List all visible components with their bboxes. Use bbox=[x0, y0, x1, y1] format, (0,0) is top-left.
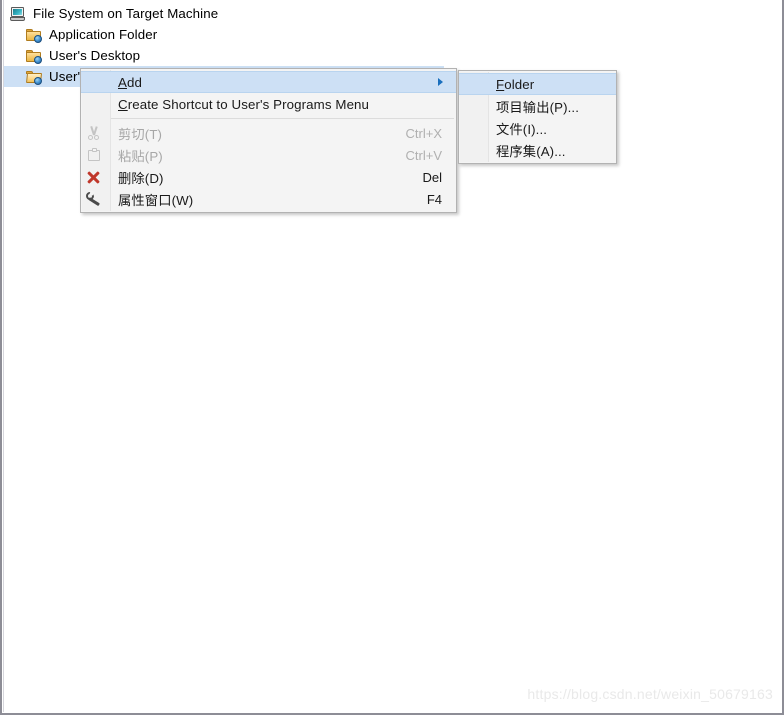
submenu-item-file[interactable]: 文件(I)... bbox=[459, 117, 616, 139]
cut-icon bbox=[87, 126, 101, 140]
menu-item-shortcut: Ctrl+X bbox=[405, 125, 442, 141]
menu-item-label: 粘贴(P) bbox=[118, 148, 163, 164]
menu-item-icon-slot bbox=[459, 140, 487, 160]
content-area: File System on Target Machine Applicatio… bbox=[3, 0, 781, 712]
chevron-right-icon bbox=[438, 78, 443, 86]
menu-separator bbox=[111, 118, 454, 119]
menu-item-add[interactable]: Add bbox=[81, 71, 456, 93]
menu-item-properties-window[interactable]: 属性窗口(W) F4 bbox=[81, 188, 456, 210]
menu-item-shortcut: Ctrl+V bbox=[405, 147, 442, 163]
add-submenu[interactable]: Folder 项目输出(P)... 文件(I)... 程序集(A)... bbox=[458, 70, 617, 164]
menu-item-icon-slot bbox=[81, 167, 109, 187]
tree-item-users-desktop[interactable]: User's Desktop bbox=[4, 45, 444, 66]
menu-item-label: Create Shortcut to User's Programs Menu bbox=[118, 96, 370, 112]
menu-item-label: 删除(D) bbox=[118, 170, 164, 186]
tree-item-label: User's Desktop bbox=[49, 48, 141, 63]
menu-item-label: 剪切(T) bbox=[118, 126, 163, 142]
paste-icon bbox=[88, 148, 101, 162]
menu-item-icon-slot bbox=[459, 96, 487, 116]
menu-item-icon-slot bbox=[459, 118, 487, 138]
tree-item-label: File System on Target Machine bbox=[33, 6, 219, 21]
menu-item-icon-slot bbox=[81, 145, 109, 165]
menu-item-label: 程序集(A)... bbox=[496, 143, 566, 159]
menu-item-icon-slot bbox=[81, 189, 109, 209]
menu-item-icon-slot bbox=[81, 94, 109, 114]
menu-item-create-shortcut[interactable]: Create Shortcut to User's Programs Menu bbox=[81, 93, 456, 115]
delete-icon bbox=[87, 171, 100, 184]
tree-item-label: Application Folder bbox=[49, 27, 158, 42]
tree-item-application-folder[interactable]: Application Folder bbox=[4, 24, 444, 45]
menu-item-label: 文件(I)... bbox=[496, 121, 548, 137]
menu-item-shortcut: F4 bbox=[426, 191, 442, 207]
wrench-icon bbox=[86, 190, 102, 207]
menu-item-icon-slot bbox=[459, 74, 487, 94]
menu-item-icon-slot bbox=[81, 123, 109, 143]
submenu-item-project-output[interactable]: 项目输出(P)... bbox=[459, 95, 616, 117]
computer-icon bbox=[10, 6, 27, 22]
menu-item-label: Add bbox=[118, 74, 142, 90]
submenu-item-folder[interactable]: Folder bbox=[459, 73, 616, 95]
app-frame: File System on Target Machine Applicatio… bbox=[0, 0, 784, 715]
submenu-item-assembly[interactable]: 程序集(A)... bbox=[459, 139, 616, 161]
menu-item-label: 属性窗口(W) bbox=[118, 192, 194, 208]
watermark-text: https://blog.csdn.net/weixin_50679163 bbox=[527, 686, 773, 702]
folder-icon bbox=[26, 27, 43, 43]
menu-item-label: 项目输出(P)... bbox=[496, 99, 579, 115]
menu-item-delete[interactable]: 删除(D) Del bbox=[81, 166, 456, 188]
menu-item-label: Folder bbox=[496, 76, 535, 92]
menu-item-icon-slot bbox=[81, 72, 109, 92]
tree-item-file-system-on-target-machine[interactable]: File System on Target Machine bbox=[4, 3, 444, 24]
context-menu[interactable]: Add Create Shortcut to User's Programs M… bbox=[80, 68, 457, 213]
folder-icon bbox=[26, 48, 43, 64]
menu-item-paste: 粘贴(P) Ctrl+V bbox=[81, 144, 456, 166]
menu-item-cut: 剪切(T) Ctrl+X bbox=[81, 122, 456, 144]
menu-item-shortcut: Del bbox=[422, 169, 442, 185]
folder-open-icon bbox=[26, 69, 43, 85]
